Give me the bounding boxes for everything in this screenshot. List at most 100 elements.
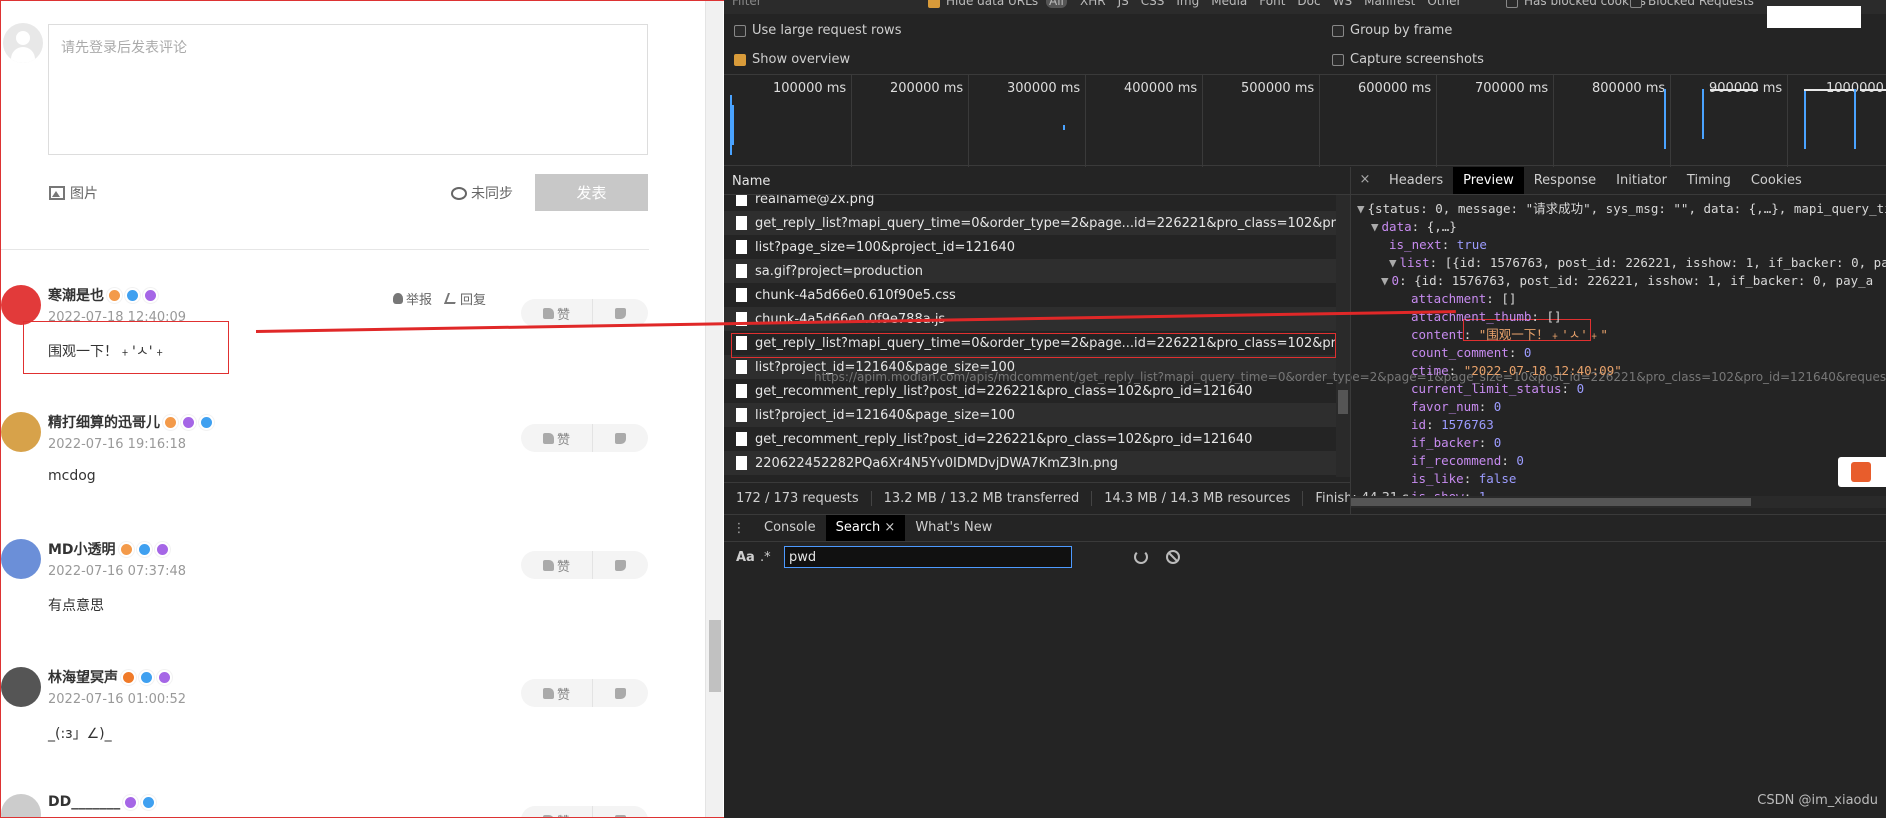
comment-author[interactable]: 寒潮是也 [48,285,158,305]
avatar[interactable] [1,667,41,707]
search-toolbar: Aa .* [724,543,1886,571]
vote-pill: 赞 [521,424,648,452]
search-input[interactable] [784,546,1072,568]
filter-all[interactable]: All [1046,0,1067,8]
type-filter-8[interactable]: Manifest [1364,0,1415,8]
like-button[interactable]: 赞 [521,299,593,327]
close-icon[interactable]: × [884,520,895,535]
tab-cookies[interactable]: Cookies [1741,167,1812,194]
request-row[interactable]: sa.gif?project=production [724,259,1336,283]
show-overview-option[interactable]: Show overview [734,52,850,67]
scrollbar-thumb[interactable] [1338,390,1348,414]
capture-screenshots-option[interactable]: Capture screenshots [1332,52,1484,67]
author-name[interactable]: MD小透明 [48,539,116,559]
blocked-cookies-checkbox[interactable]: Has blocked cookies [1506,0,1646,8]
weibo-sync-button[interactable]: 未同步 [451,183,513,203]
checkbox[interactable] [734,53,746,66]
request-row[interactable]: get_reply_list?mapi_query_time=0&order_t… [724,211,1336,235]
author-name[interactable]: 精打细算的迅哥儿 [48,412,160,432]
comment-author[interactable]: 精打细算的迅哥儿 [48,412,214,432]
more-icon[interactable]: ⋮ [724,521,754,536]
blocked-requests-checkbox[interactable]: Blocked Requests [1630,0,1754,8]
request-row[interactable]: chunk-4a5d66e0.610f90e5.css [724,283,1336,307]
request-row[interactable]: 220622452282PQa6Xr4N5Yv0IDMDvjDWA7KmZ3In… [724,451,1336,475]
expand-triangle-icon[interactable]: ▼ [1371,219,1379,234]
clear-icon[interactable] [1166,550,1180,564]
json-line[interactable]: ▼ data: {,…} [1371,218,1457,236]
avatar[interactable] [1,412,41,452]
tab-headers[interactable]: Headers [1379,167,1453,194]
large-rows-option[interactable]: Use large request rows [734,23,901,38]
overview-timeline[interactable]: 100000 ms 200000 ms 300000 ms 400000 ms 5000… [724,74,1886,167]
tab-timing[interactable]: Timing [1677,167,1741,194]
type-filter-4[interactable]: Media [1211,0,1247,8]
name-column-header[interactable]: Name [724,167,1350,195]
image-upload-button[interactable]: 图片 [49,183,98,203]
comment-author[interactable]: 林海望冥声 [48,667,172,687]
request-scrollbar[interactable] [1336,195,1350,477]
group-by-frame-option[interactable]: Group by frame [1332,23,1452,38]
type-filter-0[interactable]: XHR [1080,0,1106,8]
request-row[interactable]: list?project_id=121640&page_size=100 [724,403,1336,427]
json-line[interactable]: ▼ 0: {id: 1576763, post_id: 226221, issho… [1381,272,1873,290]
json-line[interactable]: ▼ list: [{id: 1576763, post_id: 226221, i… [1389,254,1886,272]
expand-triangle-icon[interactable]: ▼ [1381,273,1389,288]
expand-triangle-icon[interactable]: ▼ [1389,255,1397,270]
type-filter-1[interactable]: JS [1118,0,1129,8]
checkbox[interactable] [734,24,746,37]
hide-data-urls-checkbox[interactable]: Hide data URLs [928,0,1038,8]
vote-pill: 赞 [521,679,648,707]
drawer-tab-console[interactable]: Console [754,515,826,541]
report-button[interactable]: 举报 [393,289,432,308]
request-row[interactable]: list?page_size=100&project_id=121640 [724,235,1336,259]
avatar[interactable] [1,794,41,817]
like-button[interactable]: 赞 [521,424,593,452]
avatar[interactable] [1,539,41,579]
timeline-tick-label: 800000 ms [1592,81,1666,96]
comment-actions: 举报 回复 [393,289,486,308]
type-filter-9[interactable]: Other [1427,0,1461,8]
match-case-button[interactable]: Aa [736,550,760,565]
type-filter-2[interactable]: CSS [1141,0,1165,8]
checkbox[interactable] [1332,53,1344,66]
scrollbar[interactable] [705,1,723,817]
request-row[interactable]: get_recomment_reply_list?post_id=226221&… [724,427,1336,451]
dislike-button[interactable] [593,551,648,579]
preview-scrollbar[interactable] [1351,496,1886,508]
comment-author[interactable]: MD小透明 [48,539,170,559]
scrollbar-thumb[interactable] [1351,498,1751,506]
dislike-button[interactable] [593,679,648,707]
scrollbar-thumb[interactable] [709,620,721,692]
request-row[interactable]: realname@2x.png [724,195,1336,211]
type-filter-6[interactable]: Doc [1297,0,1320,8]
type-filter-3[interactable]: Img [1176,0,1199,8]
dislike-button[interactable] [593,806,648,817]
author-name[interactable]: 林海望冥声 [48,667,118,687]
dislike-button[interactable] [593,424,648,452]
checkbox[interactable] [1332,24,1344,37]
tab-initiator[interactable]: Initiator [1606,167,1677,194]
like-button[interactable]: 赞 [521,679,593,707]
type-filter-5[interactable]: Font [1259,0,1285,8]
close-icon[interactable]: × [1351,167,1379,194]
regex-button[interactable]: .* [760,550,780,565]
refresh-icon[interactable] [1134,550,1148,564]
drawer-tab-what-s-new[interactable]: What's New [905,515,1002,541]
like-button[interactable]: 赞 [521,551,593,579]
type-filter-7[interactable]: WS [1333,0,1352,8]
author-name[interactable]: DD_______ [48,794,120,810]
comment-input[interactable] [48,24,648,155]
json-line[interactable]: ▼ {status: 0, message: "请求成功", sys_msg: "… [1357,200,1886,218]
filter-input[interactable]: Filter [732,0,762,8]
avatar[interactable] [1,285,41,325]
publish-button[interactable]: 发表 [535,174,648,211]
type-filters[interactable]: XHR JS CSS Img Media Font Doc WS Manifest Other [1080,0,1473,8]
tab-response[interactable]: Response [1524,167,1606,194]
comment-author[interactable]: DD_______ [48,794,157,810]
author-name[interactable]: 寒潮是也 [48,285,104,305]
reply-button[interactable]: 回复 [444,289,486,308]
expand-triangle-icon[interactable]: ▼ [1357,201,1365,216]
drawer-tab-search[interactable]: Search × [825,515,906,541]
like-button[interactable]: 赞 [521,806,593,817]
tab-preview[interactable]: Preview [1453,167,1524,194]
